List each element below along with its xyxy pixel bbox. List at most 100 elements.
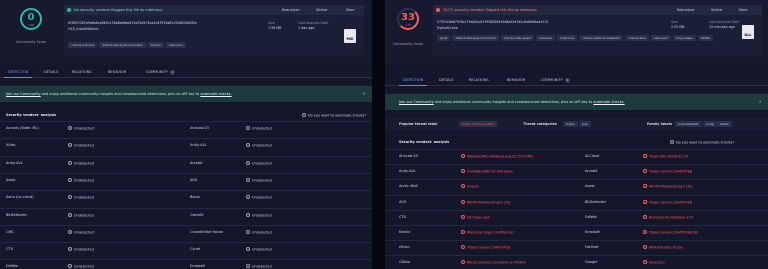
threat-summary: Popular threat label trojan.lumma/nudom … <box>385 118 768 130</box>
check-icon <box>246 264 250 269</box>
tag[interactable]: detect-debug-environment <box>452 35 499 41</box>
tab-community[interactable]: COMMUNITY 1 <box>541 78 570 83</box>
alert-icon <box>461 245 465 250</box>
alert-icon <box>436 8 440 12</box>
filetype-icon: MSI <box>344 29 356 43</box>
tab-bar: DETECTION DETAILS RELATIONS BEHAVIOR COM… <box>0 66 372 78</box>
vendor-name: Baidu <box>190 195 200 200</box>
check-icon <box>68 229 72 234</box>
tab-detection[interactable]: DETECTION <box>398 78 428 86</box>
family-chip[interactable]: nudg <box>703 121 717 127</box>
community-banner: Join our Community and enjoy additional … <box>385 94 768 110</box>
vendor-name: CTX <box>399 214 406 219</box>
tab-behavior[interactable]: BEHAVIOR <box>108 70 126 74</box>
community-count-badge: 1 <box>169 70 175 75</box>
join-community-link[interactable]: Join our Community <box>6 92 41 96</box>
check-icon <box>68 247 72 252</box>
vendor-result: Dll.trojan.gen <box>461 214 490 219</box>
vendor-result: BackDoor.Bumblebee.174 <box>643 214 693 219</box>
tab-community[interactable]: COMMUNITY 1 <box>146 70 175 75</box>
more-button[interactable]: More <box>346 8 354 12</box>
tag[interactable]: checks-usb-bus <box>68 42 98 48</box>
vendor-name: Antiy-AVL <box>190 143 207 148</box>
tab-relations[interactable]: RELATIONS <box>469 78 489 82</box>
alert-icon <box>643 245 647 250</box>
vendor-result: Malware/Win.Malware-Agent.C5741461 <box>461 154 534 159</box>
tag[interactable]: malware <box>536 35 555 41</box>
category-chip[interactable]: trojan <box>563 121 578 127</box>
vendor-name: Cynet <box>190 247 201 252</box>
vendor-name: Fortinet <box>585 245 599 250</box>
vendor-row: Antiy-AVL Undetected Arcabit Undetected <box>0 155 372 168</box>
alert-icon <box>461 184 465 189</box>
tab-behavior[interactable]: BEHAVIOR <box>507 78 525 82</box>
alert-icon <box>461 230 465 234</box>
tab-relations[interactable]: RELATIONS <box>72 70 92 74</box>
vendor-row: Avira (no cloud) Undetected Baidu Undetecte… <box>0 190 372 202</box>
vendor-name: Emsisoft <box>585 230 600 234</box>
tag[interactable]: signed <box>147 42 164 48</box>
community-score-label: Community Score <box>15 40 47 44</box>
tab-detection[interactable]: DETECTION <box>3 70 33 78</box>
reanalyze-button[interactable]: Reanalyze <box>282 8 299 12</box>
check-icon <box>246 143 250 148</box>
vendor-name: AVG <box>399 199 407 204</box>
tag[interactable]: checks-disk-space <box>500 35 535 41</box>
family-chip[interactable]: killaw <box>717 121 732 127</box>
category-chip[interactable]: pua <box>579 121 591 127</box>
alert-icon <box>643 199 647 204</box>
tab-details[interactable]: DETAILS <box>44 70 58 74</box>
check-icon <box>246 177 250 182</box>
vendor-row: DrWeb Undetected Emsisoft Undetected <box>0 259 372 269</box>
threat-value[interactable]: trojan.lumma/nudom <box>459 121 497 127</box>
vendor-result: Trojan.Generic.D4A5FFEB <box>643 199 692 204</box>
date-label: Last Analysis Date <box>709 20 740 24</box>
date-value: 12 minutes ago <box>709 25 735 29</box>
tag-list: checks-usb-bus detect-debug-environment … <box>68 42 186 48</box>
reanalyze-button[interactable]: Reanalyze <box>677 8 694 12</box>
vendor-result: Undetected <box>68 143 94 148</box>
tag[interactable]: 64bits <box>697 35 714 41</box>
join-community-link[interactable]: Join our Community <box>399 100 434 104</box>
community-text: Join our Community and enjoy additional … <box>399 100 625 104</box>
family-chip[interactable]: lummastealer <box>675 121 702 127</box>
vendor-result: Undetected <box>68 160 94 165</box>
vendor-row: BitDefender Undetected ClamAV Undetected <box>0 207 372 220</box>
size-value: 2.55 MB <box>671 25 685 29</box>
vendor-result: Trojan.Generic.D4A5FFEB <box>461 245 510 250</box>
tab-bar: DETECTION DETAILS RELATIONS BEHAVIOR COM… <box>385 74 768 86</box>
close-icon[interactable]: ✕ <box>363 91 366 96</box>
automate-checks-link[interactable]: automate checks. <box>200 92 231 96</box>
similar-button[interactable]: Similar <box>316 8 328 12</box>
tag[interactable]: malicious <box>556 35 578 41</box>
check-icon <box>68 212 72 217</box>
close-icon[interactable]: ✕ <box>759 99 762 104</box>
tab-details[interactable]: DETAILS <box>439 78 453 82</box>
community-body: and enjoy additional community insights … <box>434 100 593 104</box>
tag[interactable]: checks-network-adapters <box>579 35 624 41</box>
file-hash[interactable]: 273f2c8db73f8c1f9a83cd1f9f80520fa1b8a3fe… <box>437 20 617 24</box>
alert-icon <box>643 214 647 219</box>
more-button[interactable]: More <box>739 8 747 12</box>
vendor-name: AVG <box>190 177 198 182</box>
file-info-card: 33/71 security vendors flagged this file… <box>433 5 762 55</box>
vendor-result: Undetected <box>68 212 94 217</box>
detection-total: / 71 <box>405 23 411 27</box>
file-hash[interactable]: 0f09f128fa9a6a0ca963c1f8a8b06ad4f1df6d3f… <box>68 21 218 25</box>
tag[interactable]: long-sleeps <box>672 35 696 41</box>
automate-checks-link[interactable]: automate checks. <box>593 100 624 104</box>
file-name: FILE_InstallMalhire <box>68 27 99 31</box>
check-icon <box>68 143 72 148</box>
similar-button[interactable]: Similar <box>711 8 723 12</box>
automate-question[interactable]: Do you want to automate checks? <box>302 113 366 118</box>
automate-question[interactable]: Do you want to automate checks? <box>670 140 734 145</box>
tag[interactable]: checks-bios <box>625 35 649 41</box>
tag[interactable]: calls-wmi <box>650 35 671 41</box>
verdict-text: No security vendors flagged this file as… <box>74 8 163 12</box>
check-icon <box>68 126 72 130</box>
alert-icon <box>461 199 465 204</box>
tag[interactable]: pedll <box>437 35 451 41</box>
tag[interactable]: calls-wmi <box>165 42 186 48</box>
tab-community-label: COMMUNITY <box>146 70 168 74</box>
tag[interactable]: detect-debug-environment <box>99 42 146 48</box>
